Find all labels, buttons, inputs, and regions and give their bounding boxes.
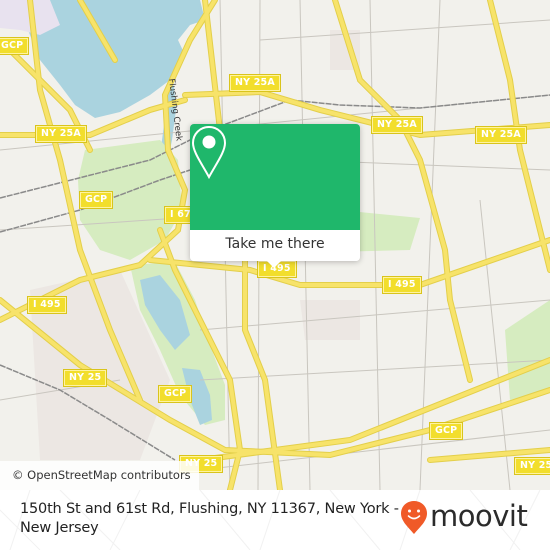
commercial-area-center	[300, 300, 360, 340]
map-attribution[interactable]: © OpenStreetMap contributors	[0, 461, 199, 490]
route-shield-gcp: GCP	[157, 385, 193, 403]
route-shield-ny25a: NY 25A	[371, 116, 423, 134]
park-far-right	[505, 300, 550, 400]
route-shield-ny25a: NY 25A	[229, 74, 281, 92]
moovit-logo[interactable]: moovit	[400, 498, 540, 534]
address-text: 150th St and 61st Rd, Flushing, NY 11367…	[20, 501, 399, 536]
route-shield-gcp: GCP	[428, 422, 464, 440]
map-pin-icon	[191, 125, 227, 180]
popup-pointer	[266, 260, 282, 268]
route-shield-ny25: NY 25	[513, 457, 550, 475]
route-shield-i495: I 495	[27, 296, 67, 314]
take-me-there-button[interactable]: Take me there	[190, 230, 360, 261]
footer: 150th St and 61st Rd, Flushing, NY 11367…	[0, 490, 550, 550]
route-shield-i495: I 495	[382, 276, 422, 294]
map-view[interactable]: Flushing Creek GCP NY 25A NY 25A NY 25A …	[0, 0, 550, 490]
route-shield-ny25a: NY 25A	[35, 125, 87, 143]
route-shield-ny25: NY 25	[62, 369, 108, 387]
route-shield-gcp: GCP	[78, 191, 114, 209]
location-popup: Take me there	[190, 124, 360, 268]
route-shield-gcp: GCP	[0, 37, 30, 55]
moovit-wordmark: moovit	[430, 499, 528, 533]
route-shield-ny25a: NY 25A	[475, 126, 527, 144]
moovit-pin-icon	[401, 501, 427, 534]
popup-header	[190, 124, 360, 230]
